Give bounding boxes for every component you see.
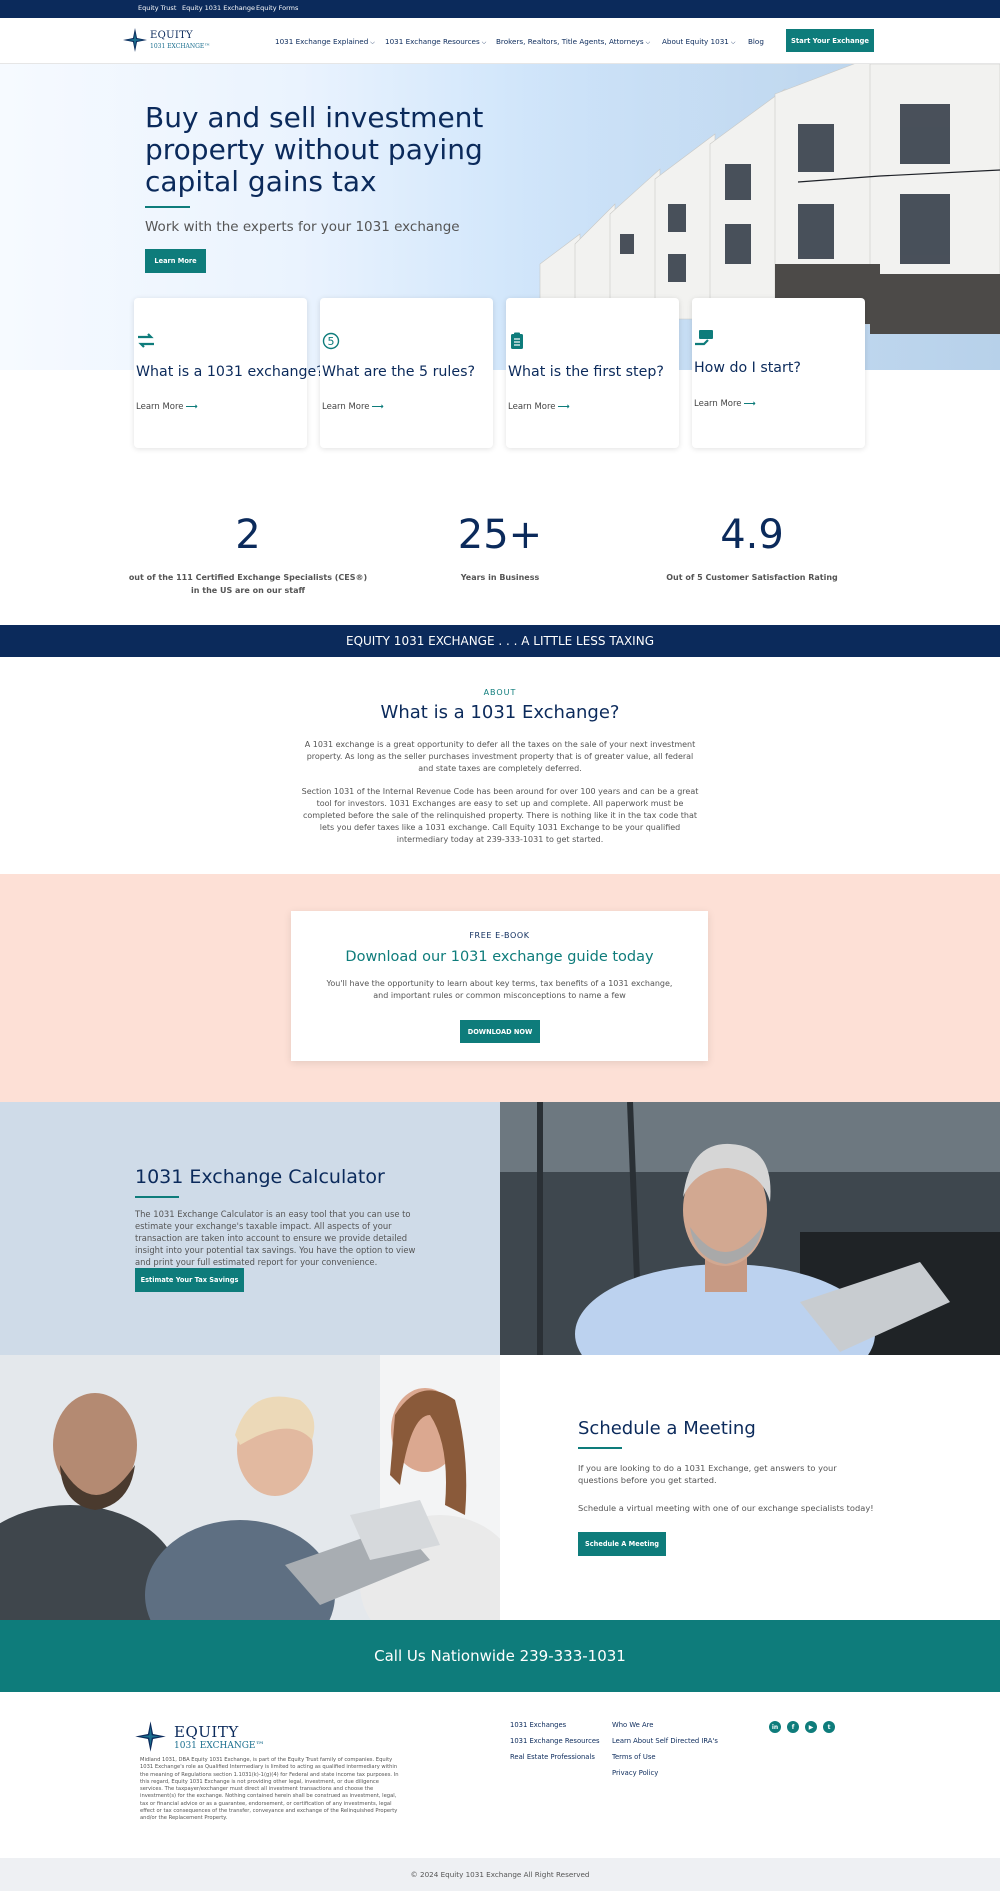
stat-value-years: 25+ [457, 512, 543, 558]
stat-value-rating: 4.9 [720, 512, 784, 558]
meeting-text-2: Schedule a virtual meeting with one of o… [578, 1503, 874, 1513]
card-what-is-1031[interactable]: What is a 1031 exchange? Learn More ⟶ [134, 298, 324, 448]
hero-title: Buy and sell investment property without… [145, 101, 484, 198]
footer-logo-text[interactable]: EQUITY [174, 1723, 239, 1741]
number-five-icon: 5 [322, 332, 340, 350]
footer-disclaimer: Midland 1031, DBA Equity 1031 Exchange, … [140, 1757, 399, 1822]
card-title: What are the 5 rules? [322, 364, 475, 380]
card-title: What is the first step? [508, 364, 664, 380]
calculator-text: The 1031 Exchange Calculator is an easy … [135, 1209, 416, 1267]
nav-item-blog[interactable]: Blog [748, 37, 764, 46]
footer-link-privacy[interactable]: Privacy Policy [612, 1769, 658, 1777]
exchange-arrows-icon [138, 333, 154, 348]
hero-subtitle: Work with the experts for your 1031 exch… [145, 219, 460, 235]
ebook-card: FREE E-BOOK Download our 1031 exchange g… [291, 911, 708, 1061]
chevron-down-icon: ⌵ [730, 39, 736, 46]
hero-learn-more-button[interactable]: Learn More [145, 249, 206, 273]
calculator-divider [135, 1196, 179, 1198]
copyright-bar: © 2024 Equity 1031 Exchange All Right Re… [0, 1858, 1000, 1891]
card-learn-more-link[interactable]: Learn More ⟶ [136, 402, 198, 412]
nav-item-exchange-explained[interactable]: 1031 Exchange Explained ⌵ [275, 37, 375, 47]
site-header: EQUITY 1031 EXCHANGE™ 1031 Exchange Expl… [0, 18, 1000, 64]
svg-text:5: 5 [328, 335, 335, 348]
ebook-title: Download our 1031 exchange guide today [345, 949, 654, 965]
meeting-title: Schedule a Meeting [578, 1418, 756, 1439]
youtube-icon[interactable]: ▶ [805, 1721, 817, 1733]
about-paragraph-2: Section 1031 of the Internal Revenue Cod… [301, 787, 699, 844]
logo-subtext[interactable]: 1031 EXCHANGE™ [150, 43, 210, 50]
arrow-right-icon: ⟶ [743, 399, 756, 409]
ebook-text: You'll have the opportunity to learn abo… [326, 979, 673, 1000]
logo-star-icon[interactable] [122, 27, 148, 53]
arrow-right-icon: ⟶ [371, 402, 384, 412]
clipboard-list-icon [511, 332, 523, 349]
man-with-laptop-image [500, 1102, 1000, 1355]
meeting-divider [578, 1447, 622, 1449]
nav-item-exchange-resources[interactable]: 1031 Exchange Resources ⌵ [385, 37, 486, 47]
footer-link-who-we-are[interactable]: Who We Are [612, 1721, 654, 1729]
meeting-photo [0, 1355, 500, 1620]
utility-link-equity-trust[interactable]: Equity Trust [138, 4, 176, 12]
about-paragraph-1: A 1031 exchange is a great opportunity t… [304, 740, 696, 773]
footer-link-1031-exchanges[interactable]: 1031 Exchanges [510, 1721, 566, 1729]
money-hand-icon [695, 330, 713, 346]
stat-label-ces: out of the 111 Certified Exchange Specia… [128, 573, 368, 595]
card-learn-more-link[interactable]: Learn More ⟶ [508, 402, 570, 412]
twitter-icon[interactable]: t [823, 1721, 835, 1733]
footer-link-self-directed-ira[interactable]: Learn About Self Directed IRA's [612, 1737, 718, 1745]
ebook-kicker: FREE E-BOOK [469, 931, 530, 940]
card-how-to-start[interactable]: How do I start? Learn More ⟶ [692, 298, 865, 448]
arrow-right-icon: ⟶ [185, 402, 198, 412]
team-meeting-image [0, 1355, 500, 1620]
card-title: What is a 1031 exchange? [136, 364, 324, 380]
tagline-band: EQUITY 1031 EXCHANGE . . . A LITTLE LESS… [0, 625, 1000, 657]
calculator-photo [500, 1102, 1000, 1355]
meeting-text-1: If you are looking to do a 1031 Exchange… [578, 1463, 837, 1485]
utility-bar: Equity Trust Equity 1031 Exchange Equity… [0, 0, 1000, 18]
footer-link-real-estate-pros[interactable]: Real Estate Professionals [510, 1753, 595, 1761]
arrow-right-icon: ⟶ [557, 402, 570, 412]
card-learn-more-link[interactable]: Learn More ⟶ [322, 402, 384, 412]
download-now-button[interactable]: DOWNLOAD NOW [460, 1020, 540, 1043]
utility-link-equity-1031[interactable]: Equity 1031 Exchange [182, 4, 255, 12]
stat-value-ces: 2 [235, 512, 261, 558]
footer-logo-star-icon[interactable] [134, 1720, 167, 1753]
card-title: How do I start? [694, 360, 801, 376]
footer-link-exchange-resources[interactable]: 1031 Exchange Resources [510, 1737, 600, 1745]
card-first-step[interactable]: What is the first step? Learn More ⟶ [506, 298, 679, 448]
utility-link-equity-forms[interactable]: Equity Forms [256, 4, 298, 12]
logo-text[interactable]: EQUITY [150, 30, 193, 41]
chevron-down-icon: ⌵ [370, 39, 375, 46]
footer-logo-subtext[interactable]: 1031 EXCHANGE™ [174, 1741, 264, 1751]
chevron-down-icon: ⌵ [481, 39, 487, 46]
chevron-down-icon: ⌵ [645, 39, 651, 46]
hero-divider [145, 206, 190, 208]
stat-label-rating: Out of 5 Customer Satisfaction Rating [666, 573, 838, 582]
card-five-rules[interactable]: 5 What are the 5 rules? Learn More ⟶ [320, 298, 493, 448]
nav-item-about[interactable]: About Equity 1031 ⌵ [662, 37, 735, 47]
stat-label-years: Years in Business [460, 573, 540, 582]
schedule-meeting-button[interactable]: Schedule A Meeting [578, 1532, 666, 1556]
footer-link-terms[interactable]: Terms of Use [612, 1753, 656, 1761]
call-band[interactable]: Call Us Nationwide 239-333-1031 [0, 1620, 1000, 1692]
calculator-title: 1031 Exchange Calculator [135, 1166, 385, 1188]
about-title: What is a 1031 Exchange? [380, 702, 620, 723]
facebook-icon[interactable]: f [787, 1721, 799, 1733]
about-kicker: ABOUT [483, 688, 517, 697]
start-exchange-button[interactable]: Start Your Exchange [786, 29, 874, 52]
nav-item-brokers[interactable]: Brokers, Realtors, Title Agents, Attorne… [496, 37, 650, 47]
estimate-tax-savings-button[interactable]: Estimate Your Tax Savings [135, 1268, 244, 1292]
card-learn-more-link[interactable]: Learn More ⟶ [694, 399, 756, 409]
linkedin-icon[interactable]: in [769, 1721, 781, 1733]
